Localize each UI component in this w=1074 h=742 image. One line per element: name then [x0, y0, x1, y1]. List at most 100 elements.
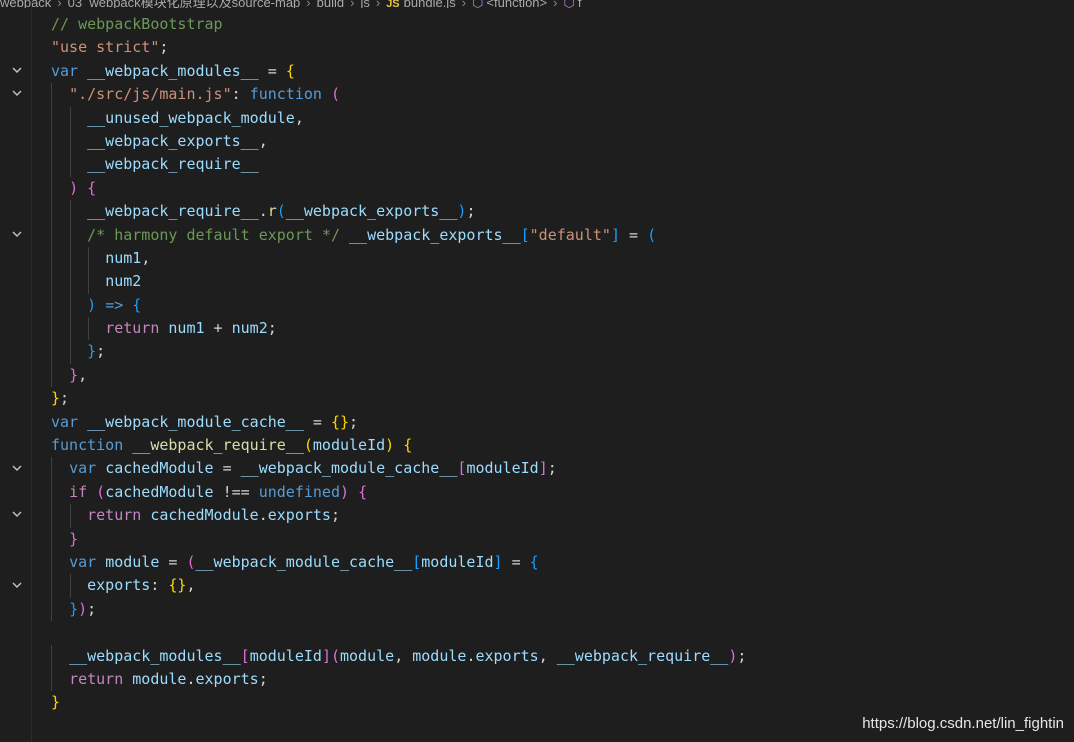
code-line[interactable]: }	[51, 527, 746, 551]
indent-guide	[69, 223, 71, 247]
code-token: // webpackBootstrap	[51, 15, 223, 33]
code-line[interactable]: if (cachedModule !== undefined) {	[51, 480, 746, 505]
code-token: }	[51, 389, 61, 408]
code-line[interactable]: function __webpack_require__(moduleId) {	[51, 434, 746, 457]
code-token: return	[69, 669, 124, 688]
code-token: ;	[349, 412, 359, 431]
indent-guide	[51, 293, 52, 318]
code-token: )	[69, 178, 79, 197]
code-line[interactable]	[51, 621, 746, 644]
breadcrumb-item-js[interactable]: js	[360, 0, 369, 8]
code-token: }	[51, 693, 61, 712]
breadcrumb-item-file[interactable]: bundle.js	[404, 0, 456, 8]
code-token: __webpack_module_cache__	[195, 552, 413, 571]
code-line[interactable]: };	[51, 387, 746, 410]
breadcrumb-item-project[interactable]: 03_webpack模块化原理以及source-map	[68, 0, 301, 8]
code-line[interactable]: "./src/js/main.js": function (	[51, 83, 746, 107]
chevron-down-icon[interactable]	[9, 64, 25, 80]
indent-guide	[51, 597, 52, 622]
breadcrumb-item-function[interactable]: <function>	[486, 0, 547, 8]
gutter-divider	[31, 0, 32, 742]
indent-guide	[51, 550, 52, 575]
indent-guide	[51, 644, 52, 668]
code-token: !==	[213, 482, 259, 501]
code-token: ]	[493, 552, 503, 571]
code-token: )	[340, 482, 350, 501]
code-token: var	[51, 412, 79, 431]
chevron-right-icon: ›	[375, 0, 381, 8]
indent-guide	[51, 457, 52, 481]
code-line[interactable]: num2	[51, 270, 746, 294]
indent-guide	[69, 340, 71, 364]
code-line[interactable]: });	[51, 597, 746, 622]
chevron-right-icon: ›	[461, 0, 467, 8]
code-token: ;	[267, 319, 277, 338]
code-line[interactable]: ) {	[51, 176, 746, 201]
indent-guide	[69, 317, 71, 341]
code-line[interactable]: __webpack_require__.r(__webpack_exports_…	[51, 200, 746, 224]
code-token: (	[330, 85, 340, 104]
code-token: __webpack_exports__	[87, 131, 259, 150]
code-line[interactable]: num1,	[51, 246, 746, 271]
code-token: =	[213, 459, 241, 478]
code-line[interactable]: __webpack_exports__,	[51, 129, 746, 154]
chevron-down-icon[interactable]	[9, 87, 25, 103]
code-line[interactable]: };	[51, 340, 746, 364]
code-token: [	[240, 646, 250, 665]
breadcrumb-item-build[interactable]: build	[317, 0, 344, 8]
code-line[interactable]: "use strict";	[51, 36, 746, 59]
code-line[interactable]: },	[51, 363, 746, 388]
chevron-down-icon[interactable]	[9, 462, 25, 478]
code-token: =	[303, 412, 331, 431]
code-token: ;	[547, 459, 557, 478]
code-token: )	[87, 295, 97, 314]
chevron-down-icon[interactable]	[9, 508, 25, 524]
code-line[interactable]: var __webpack_module_cache__ = {};	[51, 411, 746, 434]
code-token: .	[258, 506, 268, 525]
code-token: moduleId	[466, 459, 539, 478]
code-line[interactable]: __webpack_require__	[51, 153, 746, 177]
code-token: num1	[168, 319, 205, 338]
code-line[interactable]: var module = (__webpack_module_cache__[m…	[51, 550, 746, 575]
code-token: (	[186, 552, 196, 571]
code-line[interactable]: }	[51, 691, 746, 714]
code-line[interactable]: // webpackBootstrap	[51, 13, 746, 36]
code-token: =	[619, 225, 648, 244]
indent-guide	[69, 200, 71, 224]
indent-guide	[69, 574, 71, 598]
code-line[interactable]: ) => {	[51, 293, 746, 318]
code-token: module	[412, 646, 467, 665]
code-token: +	[204, 319, 232, 338]
code-token: :	[150, 576, 169, 595]
code-line[interactable]: return num1 + num2;	[51, 317, 746, 341]
code-line[interactable]: return module.exports;	[51, 667, 746, 692]
breadcrumb-item-webpack[interactable]: webpack	[0, 0, 51, 8]
indent-guide	[51, 200, 52, 224]
code-line[interactable]: __unused_webpack_module,	[51, 106, 746, 130]
code-line[interactable]: var __webpack_modules__ = {	[51, 60, 746, 83]
code-line[interactable]: exports: {},	[51, 574, 746, 598]
breadcrumb-item-trailing[interactable]: f	[578, 0, 582, 8]
code-line[interactable]: return cachedModule.exports;	[51, 504, 746, 528]
code-token: (	[96, 482, 106, 501]
chevron-down-icon[interactable]	[9, 228, 25, 244]
code-token: ,	[538, 646, 557, 665]
indent-guide	[51, 106, 52, 130]
code-line[interactable]: /* harmony default export */ __webpack_e…	[51, 223, 746, 247]
code-line[interactable]: __webpack_modules__[moduleId](module, mo…	[51, 644, 746, 668]
chevron-down-icon[interactable]	[9, 579, 25, 595]
symbol-method-icon: ⬡	[563, 0, 575, 8]
code-editor[interactable]: // webpackBootstrap "use strict"; var __we…	[51, 13, 746, 715]
code-line[interactable]: var cachedModule = __webpack_module_cach…	[51, 457, 746, 481]
